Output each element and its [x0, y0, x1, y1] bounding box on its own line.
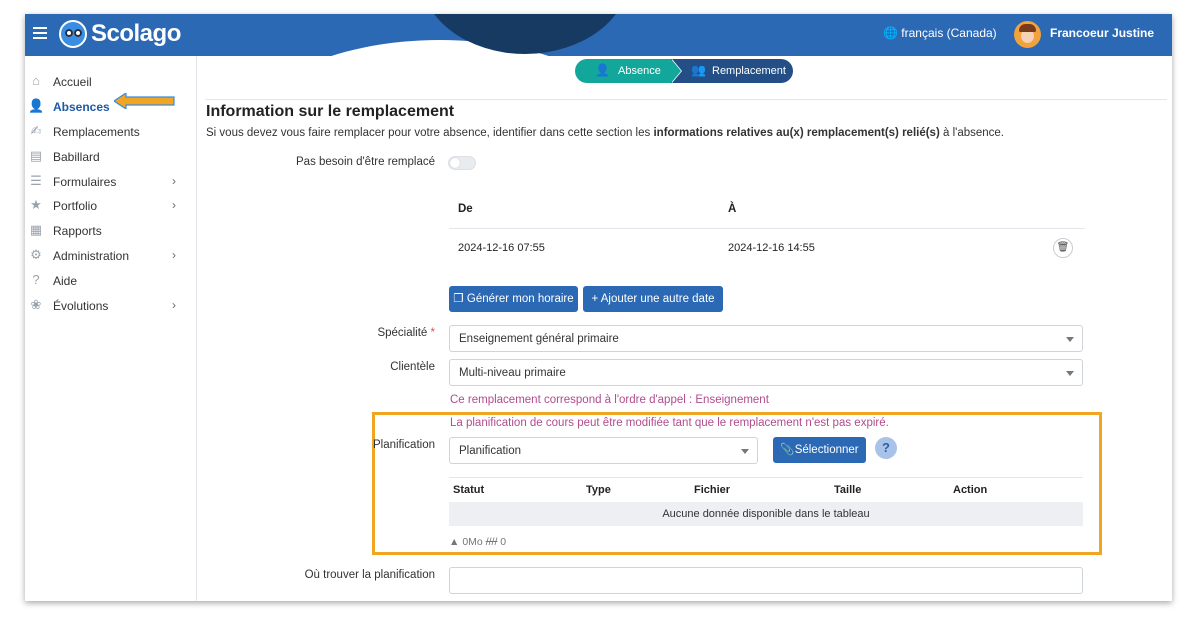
language-label: français (Canada)	[901, 26, 997, 40]
planning-stats: ▲ 0Mo //// 0	[449, 536, 506, 548]
sidebar-item-rapports[interactable]: ▦ Rapports	[25, 221, 197, 243]
column-header: Type	[586, 484, 611, 496]
form-icon: ☰	[30, 173, 42, 188]
home-icon: ⌂	[32, 73, 40, 88]
column-header: Fichier	[694, 484, 731, 496]
user-name[interactable]: Francoeur Justine	[1050, 26, 1154, 40]
planning-select[interactable]: Planification	[449, 437, 758, 464]
person-absence-icon: 👤	[595, 63, 610, 77]
substitute-icon: 👥	[691, 63, 706, 77]
sidebar: ⌂ Accueil 👤 Absences ✍ Remplacements ▤ B…	[25, 56, 197, 601]
sidebar-item-portfolio[interactable]: ★ Portfolio ›	[25, 196, 197, 218]
sidebar-item-label: Absences	[53, 100, 110, 114]
user-avatar[interactable]	[1014, 21, 1041, 48]
sidebar-item-label: Babillard	[53, 150, 100, 164]
handshake-icon: ✍	[30, 123, 42, 138]
language-selector[interactable]: 🌐 français (Canada)	[883, 26, 997, 40]
section-title: Information sur le remplacement	[206, 103, 455, 120]
table-row: 2024-12-16 07:55 2024-12-16 14:55 🗑	[449, 229, 1085, 269]
paperclip-icon: 📎	[780, 444, 795, 456]
chevron-right-icon: ›	[172, 174, 176, 188]
date-from: 2024-12-16 07:55	[458, 242, 545, 254]
header-decoration	[240, 40, 640, 56]
column-header-to: À	[728, 203, 737, 215]
chevron-right-icon: ›	[172, 298, 176, 312]
globe-icon: 🌐	[883, 26, 898, 40]
clientele-label: Clientèle	[390, 361, 435, 373]
main-content: 👤 Absence 👥 Remplacement Information sur…	[197, 56, 1172, 601]
gear-icon: ⚙	[30, 247, 42, 262]
add-date-button[interactable]: + Ajouter une autre date	[583, 286, 723, 312]
clientele-select[interactable]: Multi-niveau primaire	[449, 359, 1083, 386]
date-to: 2024-12-16 14:55	[728, 242, 815, 254]
step-label: Absence	[618, 65, 661, 77]
weight-icon: ▲	[449, 536, 460, 548]
generate-schedule-button[interactable]: ❐ Générer mon horaire	[449, 286, 578, 312]
board-icon: ▤	[29, 148, 43, 163]
sidebar-item-label: Remplacements	[53, 125, 140, 139]
chevron-right-icon: ›	[172, 198, 176, 212]
planning-label: Planification	[372, 439, 435, 451]
sprout-icon: ❀	[30, 297, 42, 312]
no-replacement-label: Pas besoin d'être remplacé	[296, 156, 435, 168]
speciality-select[interactable]: Enseignement général primaire	[449, 325, 1083, 352]
tally-icon: ////	[485, 536, 498, 548]
sidebar-item-label: Portfolio	[53, 199, 98, 213]
speciality-label: Spécialité *	[377, 327, 435, 339]
section-description: Si vous devez vous faire remplacer pour …	[206, 127, 1005, 139]
trash-icon[interactable]: 🗑	[1053, 238, 1073, 258]
sidebar-item-administration[interactable]: ⚙ Administration ›	[25, 246, 197, 268]
trophy-icon: ★	[30, 197, 42, 212]
column-header: Action	[953, 484, 988, 496]
dates-table-header: De À	[449, 187, 1085, 229]
no-replacement-toggle[interactable]	[448, 156, 476, 170]
plus-icon: +	[591, 293, 599, 305]
file-count: 0	[500, 536, 507, 548]
report-icon: ▦	[29, 222, 43, 237]
app-logo-text[interactable]: Scolago	[91, 20, 181, 48]
top-bar: Scolago 🌐 français (Canada) Francoeur Ju…	[25, 14, 1172, 56]
caret-down-icon	[1066, 371, 1074, 376]
call-order-note: Ce remplacement correspond à l'ordre d'a…	[450, 394, 769, 406]
sidebar-item-label: Évolutions	[53, 299, 109, 313]
step-absence[interactable]: 👤 Absence	[575, 59, 679, 83]
sidebar-item-babillard[interactable]: ▤ Babillard	[25, 147, 197, 169]
sidebar-item-evolutions[interactable]: ❀ Évolutions ›	[25, 296, 197, 318]
column-header-from: De	[458, 203, 473, 215]
scolago-logo-icon	[59, 20, 87, 48]
caret-down-icon	[1066, 337, 1074, 342]
copy-icon: ❐	[453, 293, 464, 305]
highlight-arrow-icon	[114, 93, 175, 109]
planning-table-header: Statut Type Fichier Taille Action	[449, 477, 1083, 502]
caret-down-icon	[741, 449, 749, 454]
step-remplacement[interactable]: 👥 Remplacement	[671, 59, 793, 83]
column-header: Statut	[453, 484, 485, 496]
sidebar-item-label: Aide	[53, 274, 78, 288]
sidebar-item-label: Accueil	[53, 75, 92, 89]
hamburger-menu-icon[interactable]	[33, 27, 47, 39]
where-planning-label: Où trouver la planification	[304, 569, 435, 581]
app-window: Scolago 🌐 français (Canada) Francoeur Ju…	[25, 14, 1172, 601]
chevron-right-icon: ›	[172, 248, 176, 262]
person-absence-icon: 👤	[28, 98, 45, 113]
sidebar-item-label: Administration	[53, 249, 130, 263]
step-label: Remplacement	[712, 65, 786, 77]
sidebar-item-aide[interactable]: ? Aide	[25, 271, 197, 293]
sidebar-item-label: Rapports	[53, 224, 102, 238]
planning-note: La planification de cours peut être modi…	[450, 417, 889, 429]
sidebar-item-remplacements[interactable]: ✍ Remplacements	[25, 122, 197, 144]
sidebar-item-formulaires[interactable]: ☰ Formulaires ›	[25, 172, 197, 194]
total-size: 0Mo	[462, 536, 483, 548]
empty-table-message: Aucune donnée disponible dans le tableau	[449, 502, 1083, 526]
help-icon[interactable]: ?	[875, 437, 897, 459]
where-planning-input[interactable]	[449, 567, 1083, 594]
sidebar-item-label: Formulaires	[53, 175, 117, 189]
question-icon: ?	[32, 272, 40, 287]
divider	[205, 99, 1167, 100]
column-header: Taille	[834, 484, 862, 496]
sidebar-item-accueil[interactable]: ⌂ Accueil	[25, 72, 197, 94]
select-file-button[interactable]: 📎Sélectionner	[773, 437, 866, 463]
